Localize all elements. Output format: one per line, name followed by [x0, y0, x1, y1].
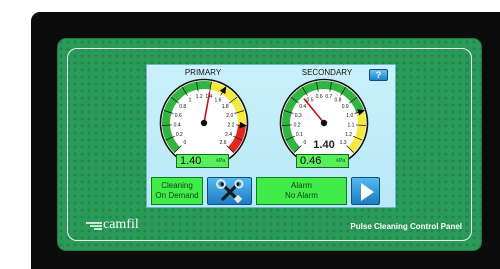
- camfil-logo-mark: [86, 221, 102, 230]
- secondary-tick-label: 1.2: [345, 132, 352, 138]
- tools-icon: [216, 179, 244, 204]
- secondary-unit: kPa: [336, 158, 345, 164]
- primary-tick-label: 2.4: [225, 132, 232, 138]
- primary-tick-label: 1.8: [222, 104, 229, 110]
- secondary-tick-label: 0.4: [299, 104, 306, 110]
- primary-needle-hub: [200, 119, 208, 127]
- cleaning-mode-line1: Cleaning: [161, 181, 193, 190]
- alarm-status-button[interactable]: Alarm No Alarm: [256, 177, 347, 205]
- secondary-tick-label: 0.3: [295, 113, 302, 119]
- secondary-value: 0.46: [300, 155, 322, 167]
- primary-tick-label: 1.2: [196, 94, 203, 100]
- primary-tick-label: 1.6: [214, 98, 221, 104]
- hmi-screen: PRIMARY 00.20.40.60.811.21.41.61.82.02.2…: [146, 64, 396, 208]
- camfil-logo: camfil: [86, 217, 139, 233]
- secondary-center-value: 1.40: [313, 139, 335, 151]
- alarm-line2: No Alarm: [285, 191, 318, 200]
- secondary-tick-label: 0.9: [342, 104, 349, 110]
- primary-readout: 1.40 kPa: [176, 154, 229, 168]
- primary-tick-label: 2.2: [227, 122, 234, 128]
- secondary-tick-label: 0.6: [316, 94, 323, 100]
- secondary-tick-label: 0.8: [334, 98, 341, 104]
- alarm-line1: Alarm: [291, 181, 312, 190]
- brand-name: camfil: [103, 217, 139, 232]
- primary-tick-label: 0.2: [176, 132, 183, 138]
- primary-tick-label: 0.8: [179, 104, 186, 110]
- primary-tick-label: 0: [184, 140, 187, 146]
- cleaning-mode-button[interactable]: Cleaning On Demand: [151, 177, 203, 205]
- primary-tick-label: 0.6: [175, 113, 182, 119]
- primary-tick-label: 2.6: [220, 140, 227, 146]
- cleaning-mode-line2: On Demand: [155, 191, 199, 200]
- secondary-tick-label: 1.0: [346, 113, 353, 119]
- secondary-needle-hub: [320, 119, 328, 127]
- primary-tick-label: 2.0: [226, 113, 233, 119]
- next-button[interactable]: [351, 177, 380, 205]
- settings-button[interactable]: [207, 177, 252, 205]
- primary-tick-label: 0.4: [174, 122, 181, 128]
- secondary-tick-label: 0.2: [294, 122, 301, 128]
- primary-value: 1.40: [180, 155, 202, 167]
- primary-tick-label: 1: [189, 98, 192, 104]
- secondary-tick-label: 0.1: [296, 132, 303, 138]
- panel-title: Pulse Cleaning Control Panel: [350, 222, 462, 231]
- primary-unit: kPa: [216, 158, 225, 164]
- secondary-tick-label: 0.7: [325, 94, 332, 100]
- play-arrow-icon: [361, 183, 374, 201]
- secondary-readout: 0.46 kPa: [296, 154, 349, 168]
- secondary-tick-label: 1.1: [347, 122, 354, 128]
- help-button[interactable]: ?: [369, 69, 388, 81]
